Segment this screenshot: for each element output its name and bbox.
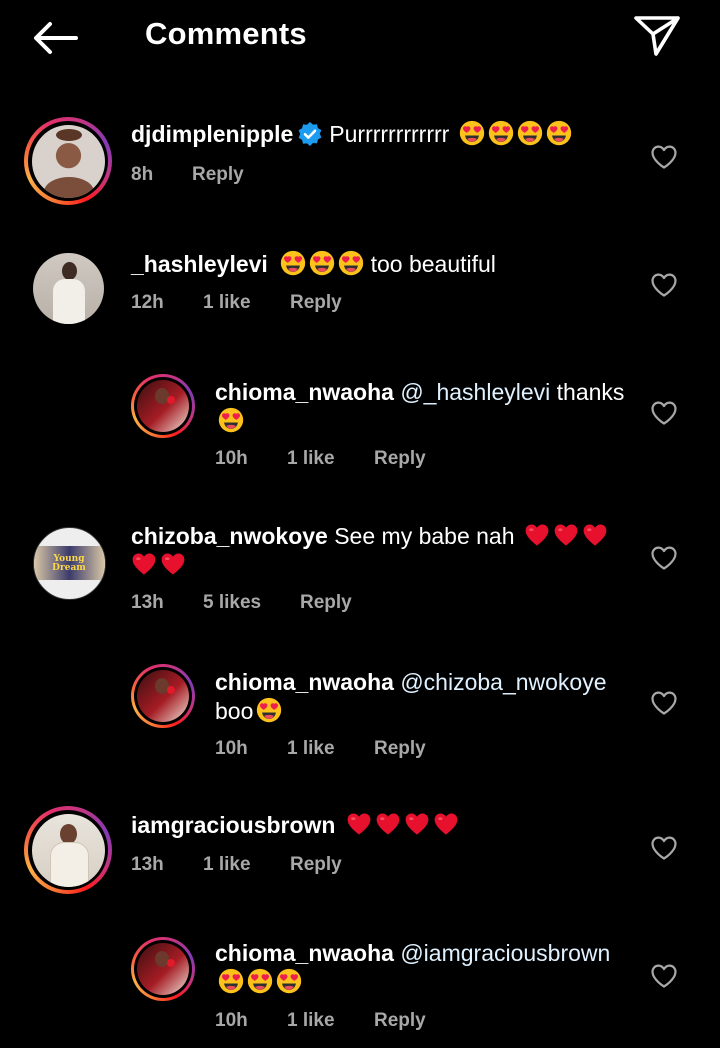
avatar[interactable] <box>131 937 195 1001</box>
mention-link[interactable]: @_hashleylevi <box>400 379 550 405</box>
heart-eyes-emoji-icon <box>459 120 485 146</box>
timestamp: 13h <box>131 592 164 613</box>
like-heart-icon[interactable] <box>650 400 678 426</box>
avatar[interactable] <box>33 253 104 324</box>
avatar[interactable] <box>24 117 112 205</box>
red-heart-emoji-icon <box>131 551 157 577</box>
avatar[interactable] <box>131 664 195 728</box>
timestamp: 13h <box>131 854 164 875</box>
avatar-logo-text: Young Dream <box>52 554 86 573</box>
like-heart-icon[interactable] <box>650 963 678 989</box>
back-button[interactable] <box>30 18 82 58</box>
like-heart-icon[interactable] <box>650 272 678 298</box>
reply-button[interactable]: Reply <box>374 448 426 470</box>
like-heart-icon[interactable] <box>650 835 678 861</box>
username[interactable]: chioma_nwaoha <box>215 669 394 695</box>
red-heart-emoji-icon <box>375 811 401 837</box>
comment-text: iamgraciousbrown <box>131 811 631 840</box>
timestamp: 10h <box>215 448 248 469</box>
comment-body: boo <box>215 698 254 724</box>
username[interactable]: chioma_nwaoha <box>215 379 394 405</box>
comment-body: Purrrrrrrrrrrr <box>329 121 450 147</box>
reply-button[interactable]: Reply <box>290 292 342 314</box>
heart-eyes-emoji-icon <box>517 120 543 146</box>
arrow-left-icon <box>34 22 78 54</box>
username[interactable]: _hashleylevi <box>131 251 268 277</box>
heart-eyes-emoji-icon <box>247 968 273 994</box>
reply-button[interactable]: Reply <box>290 854 342 876</box>
mention-link[interactable]: @chizoba_nwokoye <box>400 669 606 695</box>
reply-button[interactable]: Reply <box>192 164 244 186</box>
heart-eyes-emoji-icon <box>218 968 244 994</box>
avatar[interactable] <box>131 374 195 438</box>
heart-eyes-emoji-icon <box>488 120 514 146</box>
red-heart-emoji-icon <box>433 811 459 837</box>
paper-plane-icon <box>634 16 680 56</box>
comment-body: too beautiful <box>370 251 496 277</box>
red-heart-emoji-icon <box>582 522 608 548</box>
page-title: Comments <box>145 16 307 51</box>
timestamp: 10h <box>215 1010 248 1031</box>
share-button[interactable] <box>632 12 682 58</box>
timestamp: 10h <box>215 738 248 759</box>
like-count[interactable]: 1 like <box>287 738 335 760</box>
heart-eyes-emoji-icon <box>276 968 302 994</box>
username[interactable]: chizoba_nwokoye <box>131 523 328 549</box>
username[interactable]: chioma_nwaoha <box>215 940 394 966</box>
heart-eyes-emoji-icon <box>338 250 364 276</box>
comment-text: chioma_nwaoha @iamgraciousbrown <box>215 939 635 997</box>
timestamp: 8h <box>131 164 154 185</box>
reply-button[interactable]: Reply <box>300 592 352 614</box>
red-heart-emoji-icon <box>404 811 430 837</box>
comment-text: chizoba_nwokoye See my babe nah <box>131 522 631 580</box>
comment-text: djdimplenipple Purrrrrrrrrrrr <box>131 120 631 149</box>
comment-text: chioma_nwaoha @chizoba_nwokoye boo <box>215 668 635 726</box>
avatar[interactable]: Young Dream <box>33 527 106 600</box>
heart-eyes-emoji-icon <box>546 120 572 146</box>
heart-eyes-emoji-icon <box>256 697 282 723</box>
reply-button[interactable]: Reply <box>374 1010 426 1032</box>
comment-body: thanks <box>556 379 625 405</box>
like-count[interactable]: 1 like <box>203 854 251 876</box>
like-heart-icon[interactable] <box>650 545 678 571</box>
comment-text: _hashleylevi too beautiful <box>131 250 631 279</box>
like-count[interactable]: 5 likes <box>203 592 261 614</box>
heart-eyes-emoji-icon <box>309 250 335 276</box>
timestamp: 12h <box>131 292 164 313</box>
red-heart-emoji-icon <box>524 522 550 548</box>
header-bar: Comments <box>0 0 720 76</box>
red-heart-emoji-icon <box>160 551 186 577</box>
like-heart-icon[interactable] <box>650 144 678 170</box>
like-count[interactable]: 1 like <box>287 1010 335 1032</box>
comment-body: See my babe nah <box>334 523 515 549</box>
red-heart-emoji-icon <box>553 522 579 548</box>
heart-eyes-emoji-icon <box>280 250 306 276</box>
like-heart-icon[interactable] <box>650 690 678 716</box>
red-heart-emoji-icon <box>346 811 372 837</box>
username[interactable]: iamgraciousbrown <box>131 812 335 838</box>
like-count[interactable]: 1 like <box>287 448 335 470</box>
heart-eyes-emoji-icon <box>218 407 244 433</box>
like-count[interactable]: 1 like <box>203 292 251 314</box>
comment-text: chioma_nwaoha @_hashleylevi thanks <box>215 378 635 436</box>
mention-link[interactable]: @iamgraciousbrown <box>400 940 610 966</box>
avatar[interactable] <box>24 806 112 894</box>
verified-badge-icon <box>298 122 322 146</box>
reply-button[interactable]: Reply <box>374 738 426 760</box>
username[interactable]: djdimplenipple <box>131 121 293 147</box>
